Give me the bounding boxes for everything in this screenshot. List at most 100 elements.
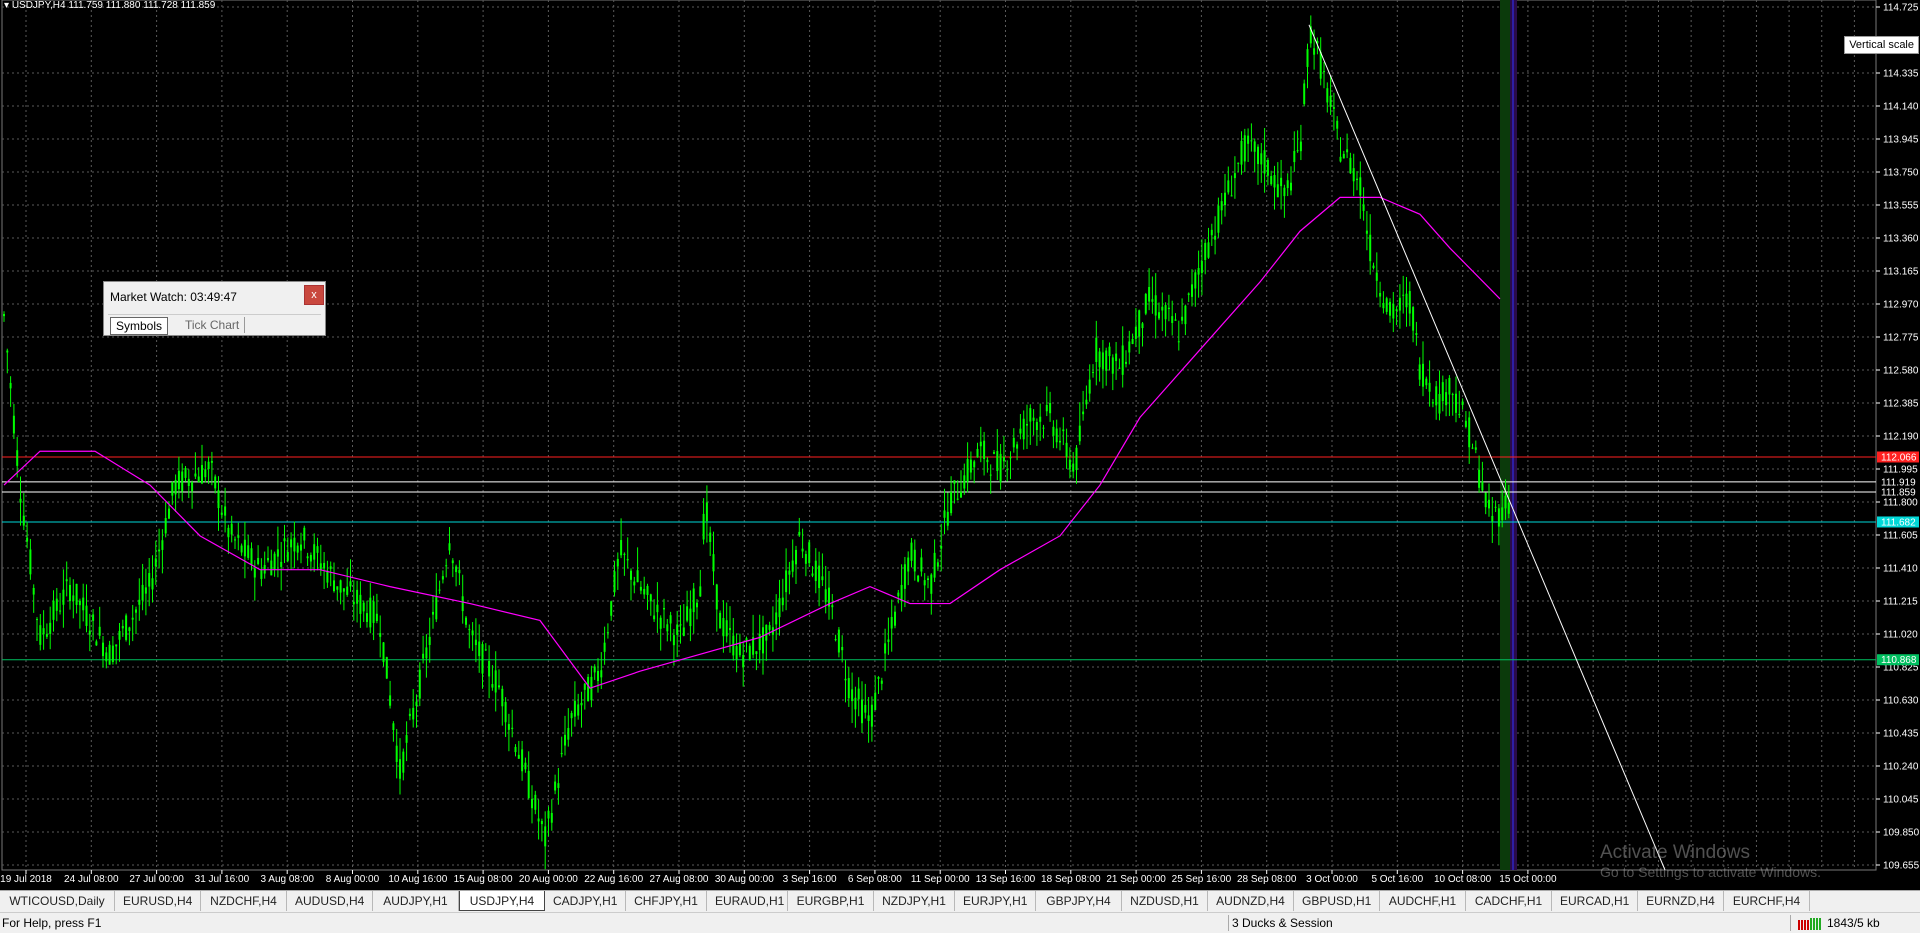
candle-body [303, 527, 306, 541]
candle-body [913, 549, 916, 572]
candle-body [62, 589, 65, 605]
candle-body [494, 670, 497, 693]
tab-eurusd-h4[interactable]: EURUSD,H4 [115, 891, 201, 911]
candle-body [1329, 95, 1332, 107]
watermark-line1: Activate Windows [1600, 842, 1750, 863]
candle-body [1006, 469, 1009, 471]
tab-gbpusd-h1[interactable]: GBPUSD,H1 [1294, 891, 1380, 911]
candle-body [1207, 242, 1210, 258]
candle-body [854, 697, 857, 710]
tab-nzdjpy-h1[interactable]: NZDJPY,H1 [874, 891, 955, 911]
candle-body [999, 453, 1002, 483]
tab-eurchf-h4[interactable]: EURCHF,H4 [1724, 891, 1810, 911]
chart-area[interactable]: 114.725 114.335 114.140 113.945 113.750 113.5… [0, 0, 1920, 890]
connection-bars-icon[interactable] [1797, 916, 1824, 930]
candle-body [382, 642, 385, 663]
candle-body [253, 568, 256, 578]
candle-body [1078, 425, 1081, 442]
trendline[interactable] [1308, 24, 1666, 871]
candle-body [95, 641, 98, 646]
tab-nzdchf-h4[interactable]: NZDCHF,H4 [201, 891, 287, 911]
candle-body [1158, 312, 1160, 319]
time-label: 10 Aug 16:00 [388, 874, 447, 885]
candle-body [1468, 417, 1471, 448]
tab-tick-chart[interactable]: Tick Chart [180, 317, 246, 333]
tab-eurjpy-h1[interactable]: EURJPY,H1 [955, 891, 1036, 911]
candle-body [1115, 353, 1118, 362]
candle-body [953, 480, 956, 484]
candle-body [748, 645, 751, 660]
candle-body [323, 562, 326, 569]
tab-eurnzd-h4[interactable]: EURNZD,H4 [1638, 891, 1724, 911]
tab-euraud-h1[interactable]: EURAUD,H1 [707, 891, 788, 911]
candle-body [306, 556, 309, 559]
candle-body [940, 545, 943, 549]
candle-body [874, 692, 877, 710]
candle-body [1398, 297, 1401, 311]
tab-chfjpy-h1[interactable]: CHFJPY,H1 [626, 891, 707, 911]
candle-body [1095, 337, 1098, 363]
tab-audjpy-h1[interactable]: AUDJPY,H1 [373, 891, 459, 911]
candle-body [729, 627, 731, 631]
tab-symbols[interactable]: Symbols [110, 317, 169, 335]
status-profile[interactable]: 3 Ducks & Session [1232, 916, 1333, 930]
tab-cadchf-h1[interactable]: CADCHF,H1 [1466, 891, 1552, 911]
tab-wticousd-daily[interactable]: WTICOUSD,Daily [0, 891, 115, 911]
candle-body [375, 613, 378, 621]
time-label: 22 Aug 16:00 [584, 874, 643, 885]
time-label: 10 Oct 08:00 [1434, 874, 1492, 885]
time-label: 11 Sep 00:00 [911, 874, 970, 885]
candle-body [227, 527, 230, 538]
candle-body [861, 699, 863, 724]
tab-audchf-h1[interactable]: AUDCHF,H1 [1380, 891, 1466, 911]
candle-body [267, 558, 269, 561]
chart-tab-bar: WTICOUSD,Daily EURUSD,H4 NZDCHF,H4 AUDUSD,H… [0, 890, 1920, 912]
candle-body [534, 794, 537, 810]
candle-body [92, 614, 95, 621]
candle-body [880, 680, 883, 684]
candle-body [257, 557, 260, 565]
candle-body [1075, 447, 1078, 470]
candle-body [762, 627, 764, 654]
candle-body [131, 617, 134, 620]
candle-body [590, 676, 593, 701]
candle-body [458, 569, 461, 574]
time-label: 25 Sep 16:00 [1172, 874, 1232, 885]
candle-body [425, 647, 428, 659]
tab-gbpjpy-h4[interactable]: GBPJPY,H4 [1036, 891, 1122, 911]
candle-body [1200, 260, 1203, 273]
time-label: 3 Oct 00:00 [1306, 874, 1358, 885]
candle-body [1392, 303, 1395, 319]
candle-body [1026, 424, 1028, 426]
tab-eurgbp-h1[interactable]: EURGBP,H1 [788, 891, 874, 911]
candle-body [1435, 386, 1438, 406]
candle-body [653, 615, 656, 620]
candle-body [890, 616, 893, 629]
candle-body [395, 745, 398, 762]
candle-body [600, 670, 603, 678]
candle-body [1507, 502, 1510, 514]
candle-body [1266, 160, 1269, 176]
candle-body [1247, 135, 1250, 144]
candle-body [191, 481, 194, 492]
candle-body [1177, 341, 1180, 343]
tab-eurcad-h1[interactable]: EURCAD,H1 [1552, 891, 1638, 911]
market-watch-window[interactable]: Market Watch: 03:49:47 x Symbols Tick Ch… [103, 281, 326, 336]
close-button[interactable]: x [304, 285, 324, 305]
candle-body [613, 571, 616, 593]
tab-audusd-h4[interactable]: AUDUSD,H4 [287, 891, 373, 911]
candle-body [498, 685, 500, 688]
candle-body [864, 704, 867, 713]
candle-body [52, 600, 55, 620]
tab-nzdusd-h1[interactable]: NZDUSD,H1 [1122, 891, 1208, 911]
candle-body [1504, 495, 1507, 509]
candle-body [1260, 153, 1263, 165]
tab-usdjpy-h4[interactable]: USDJPY,H4 [459, 891, 545, 911]
tab-audnzd-h4[interactable]: AUDNZD,H4 [1208, 891, 1294, 911]
chart-menu-arrow-icon[interactable]: ▾ [4, 0, 12, 11]
candle-body [362, 602, 365, 612]
tab-cadjpy-h1[interactable]: CADJPY,H1 [545, 891, 626, 911]
price-chart[interactable]: 114.725 114.335 114.140 113.945 113.750 113.5… [0, 0, 1920, 890]
candle-body [1270, 176, 1273, 185]
candle-body [418, 669, 421, 699]
